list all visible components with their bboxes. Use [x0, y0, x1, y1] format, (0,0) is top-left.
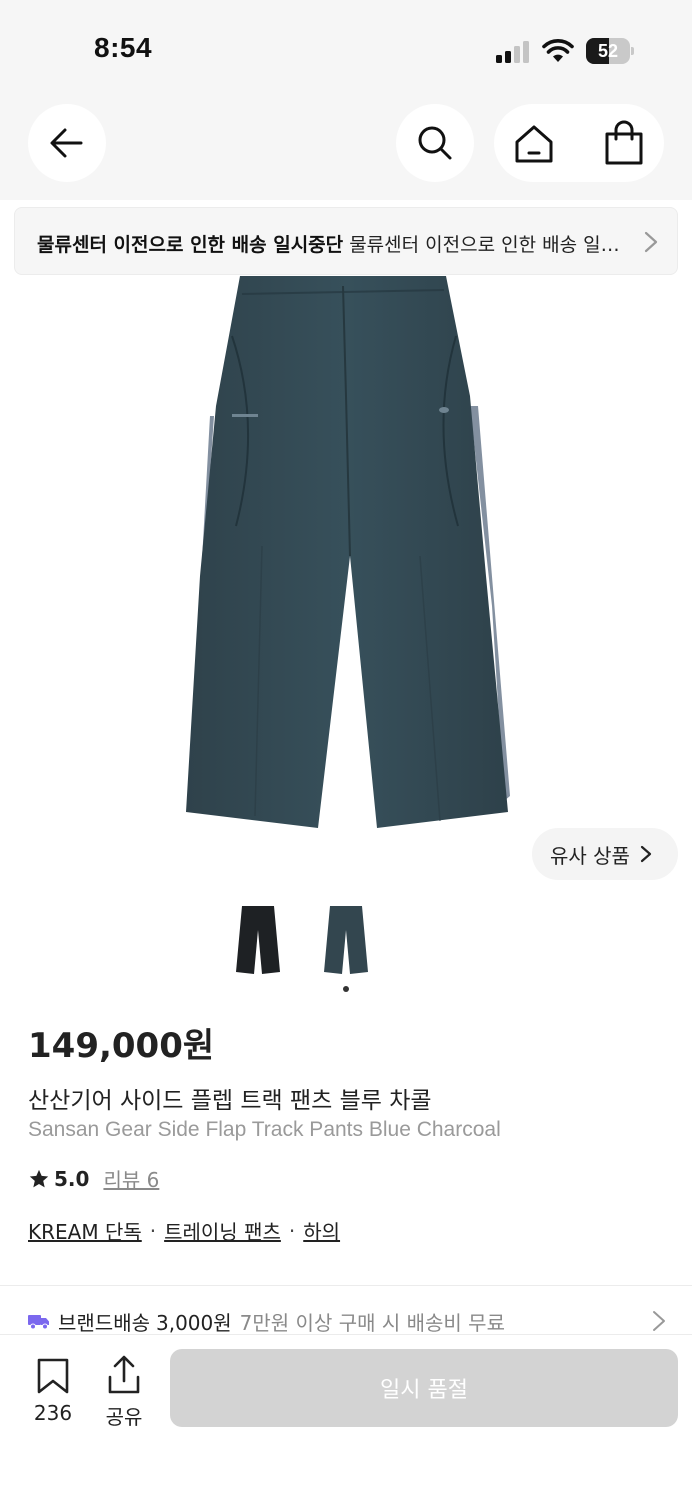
search-icon	[418, 126, 452, 160]
cellular-signal-icon	[496, 41, 529, 63]
back-button[interactable]	[28, 104, 106, 182]
product-name-english: Sansan Gear Side Flap Track Pants Blue C…	[28, 1118, 501, 1141]
home-cart-group	[494, 104, 664, 182]
rating-row: 5.0 리뷰 6	[28, 1164, 159, 1193]
notice-body: 물류센터 이전으로 인한 배송 일시중단	[349, 234, 627, 256]
top-nav	[0, 100, 692, 200]
product-price: 149,000원	[28, 1026, 215, 1066]
similar-products-label: 유사 상품	[550, 843, 630, 868]
product-image[interactable]	[0, 276, 692, 896]
chevron-right-icon	[653, 1311, 665, 1331]
shipping-fee: 3,000원	[156, 1310, 232, 1335]
delivery-truck-icon	[28, 1315, 49, 1330]
share-label: 공유	[105, 1405, 143, 1429]
category-link-training-pants[interactable]: 트레이닝 팬츠	[164, 1216, 281, 1245]
sold-out-button[interactable]: 일시 품절	[170, 1349, 678, 1427]
notice-title: 물류센터 이전으로 인한 배송 일시중단	[37, 234, 344, 256]
review-link[interactable]: 리뷰 6	[103, 1164, 159, 1193]
notice-banner[interactable]: 물류센터 이전으로 인한 배송 일시중단 물류센터 이전으로 인한 배송 일시중…	[14, 207, 678, 275]
category-link-kream-exclusive[interactable]: KREAM 단독	[28, 1216, 142, 1245]
rating-value: 5.0	[54, 1166, 90, 1191]
category-separator: ·	[288, 1218, 296, 1243]
image-indicator-dot	[343, 986, 349, 992]
bookmark-icon	[37, 1358, 69, 1394]
similar-products-button[interactable]: 유사 상품	[532, 828, 678, 880]
back-arrow-icon	[50, 128, 83, 158]
share-icon	[108, 1355, 140, 1394]
thumbnail-black-pants[interactable]	[228, 900, 288, 980]
shipping-note: 7만원 이상 구매 시 배송비 무료	[239, 1310, 505, 1335]
category-link-bottoms[interactable]: 하의	[303, 1216, 340, 1245]
share-button[interactable]: 공유	[94, 1355, 154, 1430]
shopping-bag-icon[interactable]	[602, 120, 646, 166]
status-bar: 8:54 52	[0, 0, 692, 100]
section-divider	[0, 1285, 692, 1286]
chevron-right-icon	[640, 845, 652, 863]
product-name-korean: 산산기어 사이드 플렙 트랙 팬츠 블루 차콜	[28, 1088, 432, 1114]
bookmark-button[interactable]: 236	[22, 1357, 84, 1425]
search-button[interactable]	[396, 104, 474, 182]
wifi-icon	[542, 39, 574, 62]
chevron-right-icon	[644, 231, 658, 253]
shipping-label: 브랜드배송	[58, 1310, 150, 1335]
status-time: 8:54	[94, 32, 153, 63]
bookmark-count: 236	[33, 1401, 73, 1425]
bottom-action-bar: 236 공유 일시 품절	[0, 1334, 692, 1500]
home-icon[interactable]	[512, 122, 556, 166]
shipping-info-row[interactable]: 브랜드배송 3,000원 7만원 이상 구매 시 배송비 무료	[28, 1306, 668, 1336]
category-separator: ·	[149, 1218, 157, 1243]
battery-icon: 52	[586, 38, 634, 64]
pants-illustration	[186, 276, 510, 828]
star-icon	[29, 1169, 49, 1187]
category-links: KREAM 단독 · 트레이닝 팬츠 · 하의	[28, 1216, 340, 1245]
battery-level: 52	[597, 41, 619, 61]
thumbnail-blue-charcoal-pants[interactable]	[316, 900, 376, 980]
